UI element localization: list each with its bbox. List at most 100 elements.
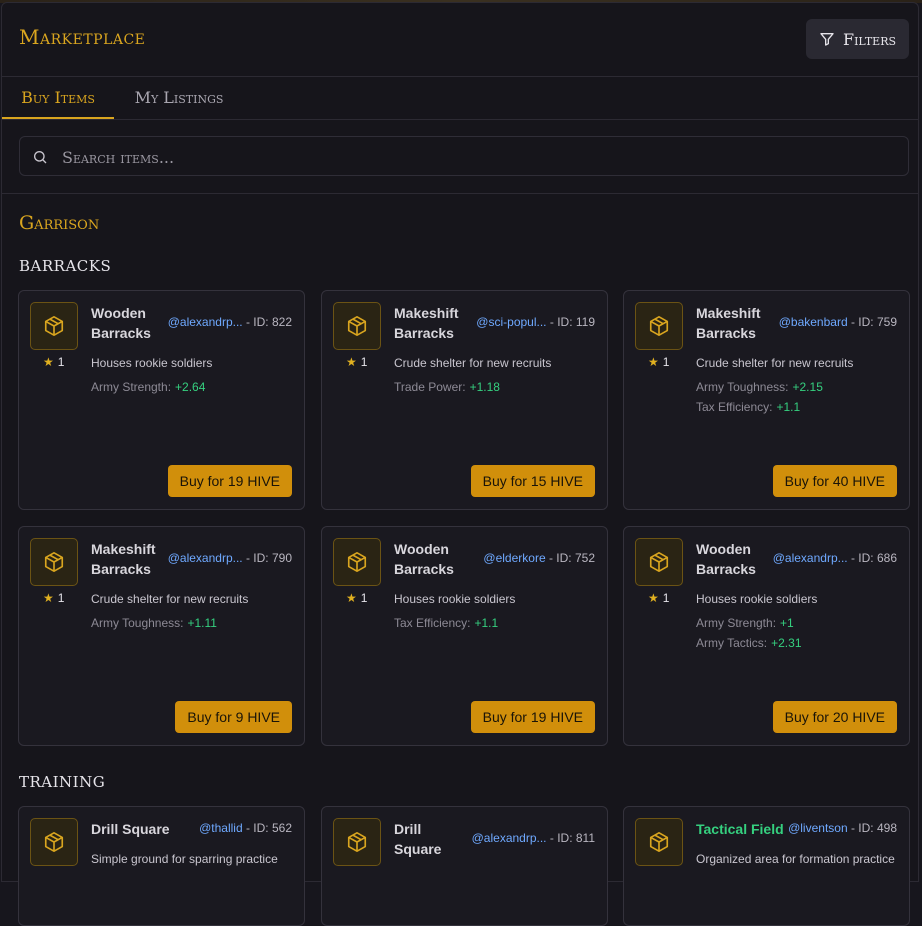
item-owner: @alexandrp... - ID: 811 — [472, 831, 595, 845]
item-stats: Army Toughness: +2.15 Tax Efficiency: +1.1 — [696, 380, 823, 420]
page-title: Marketplace — [19, 25, 146, 49]
stat-row: Trade Power: +1.18 — [394, 380, 500, 394]
item-description: Crude shelter for new recruits — [394, 356, 552, 370]
item-card: Tactical Field @liventson - ID: 498 Orga… — [623, 806, 910, 926]
seller-link[interactable]: @alexandrp... — [168, 551, 243, 565]
search-icon — [34, 151, 47, 164]
item-card: ★ 1 Makeshift Barracks @bakenbard - ID: 7… — [623, 290, 910, 510]
item-id: - ID: 759 — [850, 315, 897, 329]
star-icon: ★ — [346, 591, 357, 605]
item-stats: Army Strength: +2.64 — [91, 380, 205, 400]
item-card: ★ 1 Wooden Barracks @alexandrp... - ID: 8… — [18, 290, 305, 510]
marketplace-panel: Marketplace Filters Buy Items My Listing… — [1, 2, 919, 926]
box-icon — [333, 538, 381, 586]
item-rank: ★ 1 — [346, 355, 368, 369]
item-id: - ID: 686 — [850, 551, 897, 565]
item-stats: Army Toughness: +1.11 — [91, 616, 217, 636]
star-icon: ★ — [43, 355, 54, 369]
item-owner: @alexandrp... - ID: 790 — [168, 551, 292, 565]
item-rank: ★ 1 — [648, 591, 670, 605]
item-description: Crude shelter for new recruits — [696, 356, 854, 370]
filter-icon — [820, 33, 834, 46]
item-name: Makeshift Barracks — [91, 541, 156, 577]
filters-button[interactable]: Filters — [806, 19, 909, 59]
stat-row: Tax Efficiency: +1.1 — [394, 616, 499, 630]
item-card: ★ 1 Makeshift Barracks @alexandrp... - ID… — [18, 526, 305, 746]
search-input[interactable] — [60, 137, 894, 177]
seller-link[interactable]: @sci-popul... — [476, 315, 546, 329]
seller-link[interactable]: @liventson — [788, 821, 848, 835]
box-icon — [30, 818, 78, 866]
box-icon — [635, 302, 683, 350]
seller-link[interactable]: @alexandrp... — [472, 831, 547, 845]
item-id: - ID: 822 — [245, 315, 292, 329]
item-owner: @alexandrp... - ID: 686 — [773, 551, 897, 565]
item-owner: @sci-popul... - ID: 119 — [476, 315, 595, 329]
item-name: Wooden Barracks — [91, 305, 151, 341]
section-title-barracks: BARRACKS — [19, 257, 112, 275]
item-id: - ID: 119 — [549, 315, 595, 329]
filters-label: Filters — [842, 29, 897, 49]
item-card: Drill Square @alexandrp... - ID: 811 — [321, 806, 608, 926]
box-icon — [635, 818, 683, 866]
item-owner: @liventson - ID: 498 — [788, 821, 897, 835]
item-id: - ID: 562 — [245, 821, 292, 835]
seller-link[interactable]: @alexandrp... — [773, 551, 848, 565]
buy-button[interactable]: Buy for 40 HIVE — [772, 465, 897, 497]
item-name: Drill Square — [394, 821, 442, 857]
box-icon — [333, 302, 381, 350]
seller-link[interactable]: @thallid — [199, 821, 243, 835]
item-description: Houses rookie soldiers — [394, 592, 516, 606]
item-owner: @bakenbard - ID: 759 — [779, 315, 897, 329]
item-card: ★ 1 Wooden Barracks @alexandrp... - ID: 6… — [623, 526, 910, 746]
item-card: ★ 1 Wooden Barracks @elderkore - ID: 752 … — [321, 526, 608, 746]
box-icon — [30, 302, 78, 350]
seller-link[interactable]: @bakenbard — [779, 315, 848, 329]
stat-row: Tax Efficiency: +1.1 — [696, 400, 801, 414]
star-icon: ★ — [648, 355, 659, 369]
buy-button[interactable]: Buy for 9 HIVE — [175, 701, 292, 733]
item-owner: @thallid - ID: 562 — [199, 821, 292, 835]
star-icon: ★ — [43, 591, 54, 605]
item-id: - ID: 752 — [548, 551, 595, 565]
buy-button[interactable]: Buy for 20 HIVE — [772, 701, 897, 733]
seller-link[interactable]: @alexandrp... — [168, 315, 243, 329]
item-stats: Tax Efficiency: +1.1 — [394, 616, 498, 636]
item-id: - ID: 811 — [549, 831, 595, 845]
item-rank: ★ 1 — [648, 355, 670, 369]
item-name: Wooden Barracks — [696, 541, 756, 577]
item-card: ★ 1 Makeshift Barracks @sci-popul... - ID… — [321, 290, 608, 510]
buy-button[interactable]: Buy for 19 HIVE — [167, 465, 292, 497]
tab-my-listings[interactable]: My Listings — [114, 77, 244, 118]
divider — [2, 193, 918, 194]
stat-row: Army Toughness: +2.15 — [696, 380, 823, 394]
stat-row: Army Tactics: +2.31 — [696, 636, 802, 650]
item-name: Tactical Field — [696, 821, 784, 837]
item-rank: ★ 1 — [43, 591, 65, 605]
box-icon — [333, 818, 381, 866]
seller-link[interactable]: @elderkore — [483, 551, 545, 565]
item-description: Simple ground for sparring practice — [91, 852, 278, 866]
box-icon — [30, 538, 78, 586]
category-title: Garrison — [19, 212, 100, 234]
item-name: Makeshift Barracks — [394, 305, 459, 341]
tab-buy-items[interactable]: Buy Items — [2, 77, 114, 119]
tab-bar: Buy Items My Listings — [2, 77, 918, 120]
buy-button[interactable]: Buy for 19 HIVE — [470, 701, 595, 733]
item-name: Drill Square — [91, 821, 170, 837]
box-icon — [635, 538, 683, 586]
item-name: Makeshift Barracks — [696, 305, 761, 341]
stat-row: Army Strength: +2.64 — [91, 380, 206, 394]
marketplace-header: Marketplace Filters — [2, 3, 918, 77]
item-owner: @elderkore - ID: 752 — [483, 551, 595, 565]
item-rank: ★ 1 — [346, 591, 368, 605]
buy-button[interactable]: Buy for 15 HIVE — [470, 465, 595, 497]
item-rank: ★ 1 — [43, 355, 65, 369]
item-id: - ID: 498 — [850, 821, 897, 835]
star-icon: ★ — [346, 355, 357, 369]
item-id: - ID: 790 — [245, 551, 292, 565]
item-stats: Army Strength: +1 Army Tactics: +2.31 — [696, 616, 802, 656]
item-description: Houses rookie soldiers — [696, 592, 818, 606]
item-name: Wooden Barracks — [394, 541, 454, 577]
item-owner: @alexandrp... - ID: 822 — [168, 315, 292, 329]
